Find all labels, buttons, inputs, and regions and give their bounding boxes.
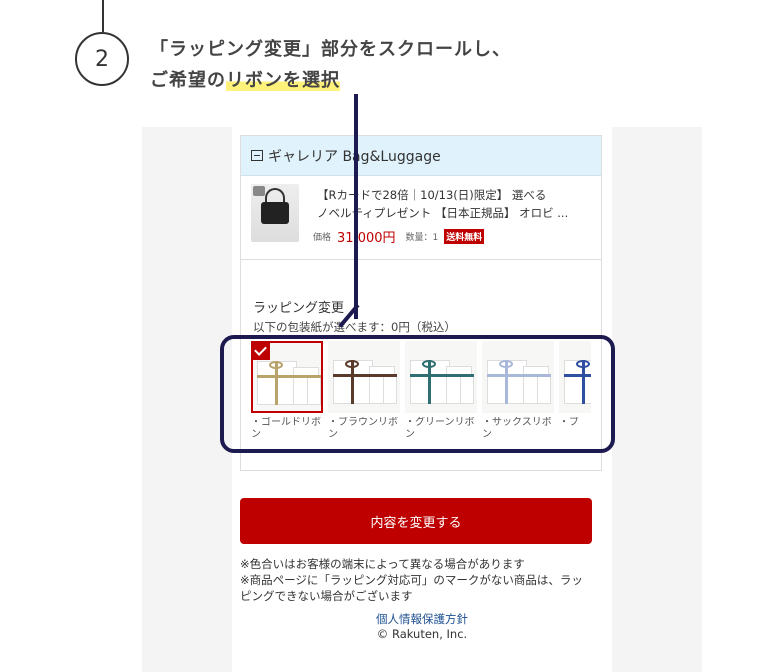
shop-icon bbox=[251, 150, 263, 161]
instruction-line-1: 「ラッピング変更」部分をスクロールし、 bbox=[150, 39, 511, 60]
privacy-policy-link[interactable]: 個人情報保護方針 bbox=[232, 611, 612, 627]
shop-header[interactable]: ギャレリア Bag&Luggage bbox=[241, 136, 601, 176]
note-color: ※色合いはお客様の端末によって異なる場合があります bbox=[240, 557, 525, 571]
instruction-line-2: ご希望のリボンを選択 bbox=[150, 65, 511, 96]
instruction-highlight: リボンを選択 bbox=[226, 70, 340, 91]
quantity-label: 数量：1 bbox=[405, 233, 439, 243]
instruction-line-2-prefix: ご希望の bbox=[150, 70, 226, 91]
product-price-row: 価格 31,000円 数量：1 送料無料 bbox=[313, 227, 485, 246]
wrapping-section-subtitle: 以下の包装紙が選べます：0円（税込） bbox=[253, 320, 456, 334]
notes: ※色合いはお客様の端末によって異なる場合があります ※商品ページに「ラッピング対… bbox=[240, 556, 592, 604]
copyright-text: © Rakuten, Inc. bbox=[376, 627, 468, 641]
change-content-button[interactable]: 内容を変更する bbox=[240, 498, 592, 544]
annotation-arrow bbox=[354, 94, 358, 319]
product-image[interactable] bbox=[251, 184, 299, 242]
note-wrapping: ※商品ページに「ラッピング対応可」のマークがない商品は、ラッピングできない場合が… bbox=[240, 573, 583, 603]
bag-shape bbox=[261, 202, 289, 224]
shop-logo-icon bbox=[253, 186, 265, 196]
product-row: 【Rカードで28倍｜10/13(日)限定】 選べる ノベルティプレゼント 【日本… bbox=[241, 176, 601, 260]
annotation-connector-line bbox=[102, 0, 104, 32]
instruction-text: 「ラッピング変更」部分をスクロールし、 ご希望のリボンを選択 bbox=[150, 34, 511, 96]
wrapping-section-title: ラッピング変更 bbox=[253, 301, 345, 316]
price-value: 31,000円 bbox=[337, 231, 396, 246]
price-label: 価格 bbox=[313, 233, 332, 243]
step-number-badge: 2 bbox=[75, 32, 129, 86]
free-shipping-badge: 送料無料 bbox=[444, 229, 485, 244]
annotation-highlight-frame bbox=[220, 335, 615, 453]
